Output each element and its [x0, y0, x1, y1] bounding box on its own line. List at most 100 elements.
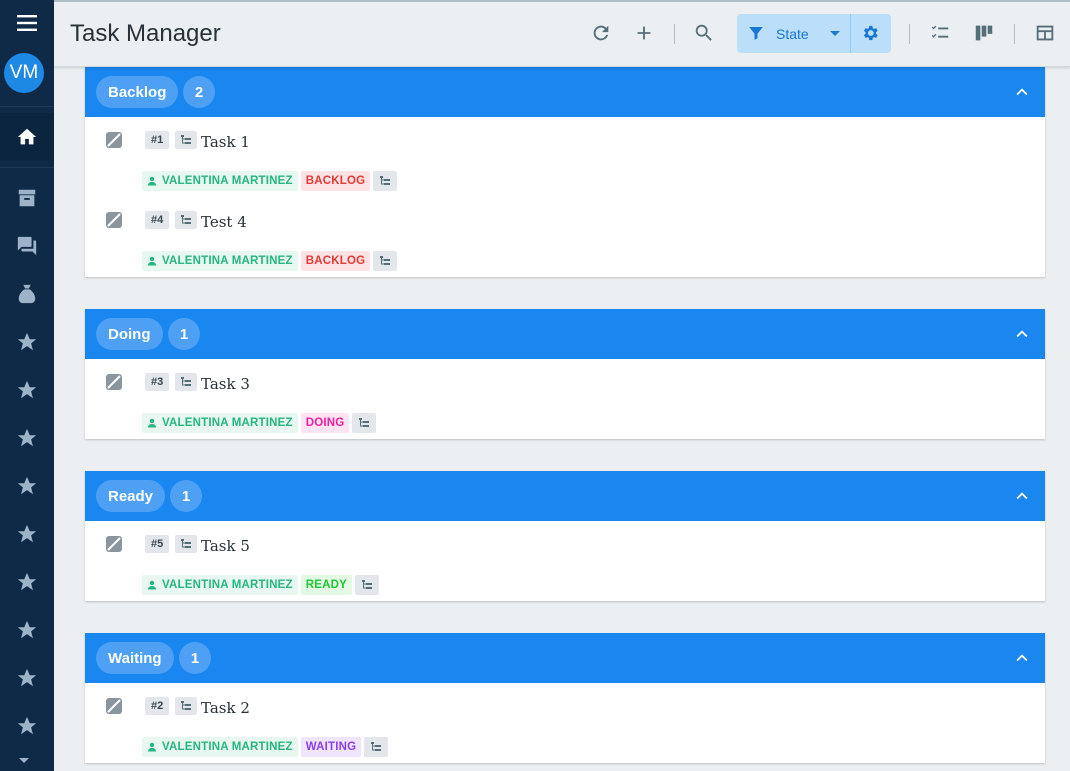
chevron-up-icon[interactable] — [1011, 81, 1033, 103]
task-row[interactable]: #1 Task 1 VALENTINA MARTINEZ BACKLOG — [85, 117, 1045, 197]
group-count-badge: 1 — [179, 642, 211, 674]
task-id-badge: #1 — [145, 131, 170, 149]
task-title[interactable]: Task 3 — [201, 375, 250, 393]
gear-icon[interactable] — [860, 23, 880, 43]
sidebar-item-star-8[interactable] — [0, 654, 54, 702]
sidebar-item-star-2[interactable] — [0, 366, 54, 414]
refresh-button[interactable] — [590, 22, 612, 44]
status-blocked-icon[interactable] — [105, 697, 123, 715]
task-title[interactable]: Task 1 — [201, 133, 250, 151]
board-icon — [975, 25, 993, 41]
group-header[interactable]: Ready 1 — [85, 471, 1045, 521]
chevron-up-icon[interactable] — [1011, 647, 1033, 669]
task-title[interactable]: Test 4 — [201, 213, 247, 231]
star-icon — [17, 572, 37, 591]
task-row[interactable]: #4 Test 4 VALENTINA MARTINEZ BACKLOG — [85, 197, 1045, 277]
sidebar-scroll-down-icon[interactable] — [19, 758, 29, 763]
chevron-down-icon[interactable] — [830, 31, 840, 36]
sidebar-item-star-4[interactable] — [0, 462, 54, 510]
sidebar-item-star-1[interactable] — [0, 318, 54, 366]
star-icon — [17, 380, 37, 399]
group-header[interactable]: Backlog 2 — [85, 67, 1045, 117]
state-tag[interactable]: DOING — [300, 413, 350, 433]
subtasks-icon[interactable] — [175, 535, 197, 553]
status-blocked-icon[interactable] — [105, 131, 123, 149]
task-id-badge: #2 — [145, 697, 170, 715]
group-count-badge: 1 — [168, 318, 200, 350]
sidebar-item-star-6[interactable] — [0, 558, 54, 606]
assignee-tag[interactable]: VALENTINA MARTINEZ — [142, 251, 298, 271]
avatar[interactable]: VM — [4, 53, 44, 93]
person-icon — [148, 256, 156, 266]
task-row[interactable]: #5 Task 5 VALENTINA MARTINEZ READY — [85, 521, 1045, 601]
sidebar-item-home[interactable] — [0, 113, 54, 161]
assignee-tag[interactable]: VALENTINA MARTINEZ — [142, 171, 298, 191]
task-tags: VALENTINA MARTINEZ BACKLOG — [142, 171, 398, 191]
subtasks-icon[interactable] — [175, 211, 197, 229]
group-name-chip: Doing — [96, 318, 163, 350]
app-header: Task Manager State — [54, 0, 1070, 67]
group-count-badge: 1 — [170, 480, 202, 512]
group-name-chip: Waiting — [96, 642, 174, 674]
assignee-tag[interactable]: VALENTINA MARTINEZ — [142, 413, 298, 433]
subtasks-icon[interactable] — [175, 373, 197, 391]
task-title[interactable]: Task 2 — [201, 699, 250, 717]
sidebar-item-star-5[interactable] — [0, 510, 54, 558]
avatar-initials: VM — [9, 62, 39, 83]
state-tag[interactable]: READY — [300, 575, 352, 595]
task-id-badge: #4 — [145, 211, 170, 229]
group-header[interactable]: Doing 1 — [85, 309, 1045, 359]
toolbar-separator — [909, 24, 910, 44]
sidebar-item-forum[interactable] — [0, 222, 54, 270]
assignee-tag[interactable]: VALENTINA MARTINEZ — [142, 737, 298, 757]
group-doing: Doing 1 #3 Task 3 VALENTINA MARTINEZ DOI… — [85, 309, 1045, 439]
state-tag[interactable]: BACKLOG — [300, 171, 371, 191]
group-header[interactable]: Waiting 1 — [85, 633, 1045, 683]
subtasks-icon — [362, 580, 372, 589]
table-view-button[interactable] — [1034, 22, 1056, 44]
chevron-up-icon[interactable] — [1011, 323, 1033, 345]
sidebar-item-star-7[interactable] — [0, 606, 54, 654]
subtasks-tag[interactable] — [373, 251, 398, 271]
subtasks-icon — [380, 176, 391, 185]
state-filter-dropdown[interactable]: State — [737, 14, 891, 53]
group-name: Waiting — [108, 649, 162, 667]
sidebar-item-bag[interactable] — [0, 270, 54, 318]
group-waiting: Waiting 1 #2 Task 2 VALENTINA MARTINEZ W… — [85, 633, 1045, 763]
toolbar-separator — [1014, 24, 1015, 44]
task-row[interactable]: #3 Task 3 VALENTINA MARTINEZ DOING — [85, 359, 1045, 439]
star-icon — [17, 428, 37, 447]
task-title[interactable]: Task 5 — [201, 537, 250, 555]
toolbar-separator — [674, 24, 675, 44]
task-row[interactable]: #2 Task 2 VALENTINA MARTINEZ WAITING — [85, 683, 1045, 763]
subtasks-tag[interactable] — [352, 413, 377, 433]
chevron-up-icon[interactable] — [1011, 485, 1033, 507]
status-blocked-icon[interactable] — [105, 535, 123, 553]
board-view-button[interactable] — [973, 22, 995, 44]
subtasks-tag[interactable] — [364, 737, 389, 757]
filter-split-divider — [850, 14, 851, 53]
star-icon — [17, 332, 37, 351]
task-tags: VALENTINA MARTINEZ WAITING — [142, 737, 389, 757]
subtasks-icon[interactable] — [175, 131, 197, 149]
subtasks-icon[interactable] — [175, 697, 197, 715]
status-blocked-icon[interactable] — [105, 211, 123, 229]
checklist-view-button[interactable] — [929, 22, 951, 44]
sidebar-item-archive[interactable] — [0, 174, 54, 222]
add-task-button[interactable] — [633, 22, 655, 44]
state-tag[interactable]: BACKLOG — [300, 251, 371, 271]
subtasks-tag[interactable] — [373, 171, 398, 191]
menu-icon[interactable] — [0, 0, 54, 46]
filter-icon — [747, 24, 765, 42]
sidebar-item-star-3[interactable] — [0, 414, 54, 462]
assignee-name: VALENTINA MARTINEZ — [162, 417, 293, 429]
group-ready: Ready 1 #5 Task 5 VALENTINA MARTINEZ REA… — [85, 471, 1045, 601]
assignee-tag[interactable]: VALENTINA MARTINEZ — [142, 575, 298, 595]
state-tag[interactable]: WAITING — [300, 737, 362, 757]
assignee-name: VALENTINA MARTINEZ — [162, 741, 293, 753]
subtasks-tag[interactable] — [355, 575, 379, 595]
status-blocked-icon[interactable] — [105, 373, 123, 391]
sidebar-item-star-9[interactable] — [0, 702, 54, 750]
person-icon — [148, 742, 156, 752]
search-button[interactable] — [693, 22, 715, 44]
